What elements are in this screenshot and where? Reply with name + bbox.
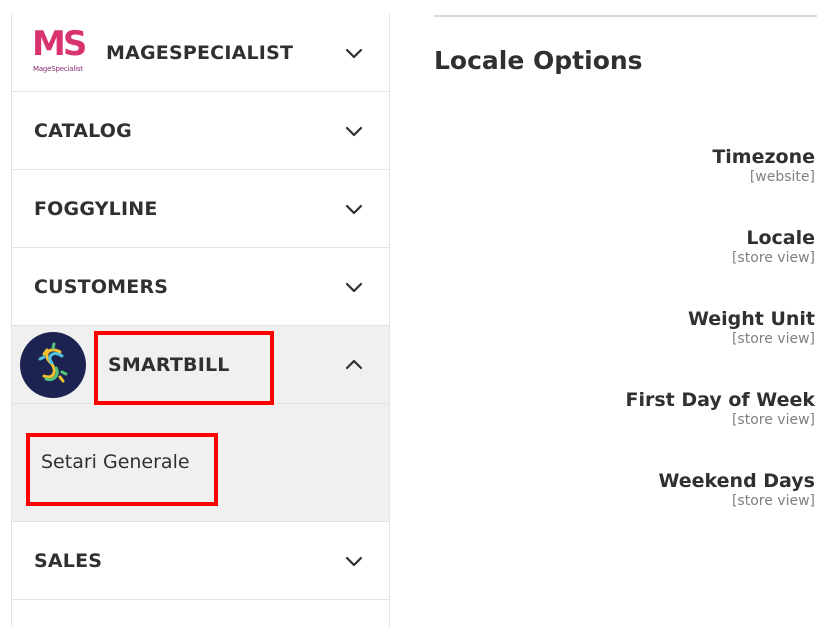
sidebar-section-label: SALES xyxy=(34,549,103,572)
sidebar-section-catalog[interactable]: CATALOG xyxy=(12,92,389,170)
field-first-day-of-week: First Day of Week [store view] xyxy=(626,388,816,429)
panel-divider xyxy=(434,15,817,17)
ms-logo-subtext: MageSpecialist xyxy=(33,65,83,73)
chevron-down-icon[interactable] xyxy=(345,281,363,293)
field-label: Timezone xyxy=(712,146,815,168)
sidebar-section-label: SMARTBILL xyxy=(108,353,230,376)
field-label: Locale xyxy=(746,227,815,249)
magespecialist-logo: MS MageSpecialist xyxy=(32,24,88,76)
field-scope: [store view] xyxy=(731,493,815,509)
field-label: Weekend Days xyxy=(658,470,815,492)
field-scope: [store view] xyxy=(731,412,815,428)
smartbill-submenu: Setari Generale xyxy=(12,404,389,522)
sidebar-section-label: CATALOG xyxy=(34,119,132,142)
config-sidebar: MS MageSpecialist MAGESPECIALIST CATALOG… xyxy=(11,14,390,627)
field-timezone: Timezone [website] xyxy=(712,145,815,186)
smartbill-logo xyxy=(20,332,86,398)
field-weekend-days: Weekend Days [store view] xyxy=(658,469,815,510)
field-locale: Locale [store view] xyxy=(732,226,815,267)
sidebar-section-label: FOGGYLINE xyxy=(34,197,158,220)
field-label: First Day of Week xyxy=(625,389,816,411)
sidebar-section-smartbill[interactable]: SMARTBILL xyxy=(12,326,389,404)
sidebar-section-label: CUSTOMERS xyxy=(34,275,169,298)
chevron-down-icon[interactable] xyxy=(345,125,363,137)
chevron-down-icon[interactable] xyxy=(345,555,363,567)
sidebar-section-customers[interactable]: CUSTOMERS xyxy=(12,248,389,326)
sidebar-section-foggyline[interactable]: FOGGYLINE xyxy=(12,170,389,248)
ms-logo-letters: MS xyxy=(32,24,87,64)
sidebar-section-magespecialist[interactable]: MS MageSpecialist MAGESPECIALIST xyxy=(12,14,389,92)
field-scope: [store view] xyxy=(731,250,815,266)
field-scope: [website] xyxy=(749,169,815,185)
page-title: Locale Options xyxy=(434,46,643,75)
chevron-up-icon[interactable] xyxy=(345,359,363,371)
field-label: Weight Unit xyxy=(687,308,815,330)
chevron-down-icon[interactable] xyxy=(345,47,363,59)
field-scope: [store view] xyxy=(731,331,815,347)
chevron-down-icon[interactable] xyxy=(345,203,363,215)
sidebar-section-sales[interactable]: SALES xyxy=(12,522,389,600)
page: MS MageSpecialist MAGESPECIALIST CATALOG… xyxy=(0,0,817,627)
field-weight-unit: Weight Unit [store view] xyxy=(688,307,815,348)
smartbill-logo-mark xyxy=(38,342,68,383)
submenu-item-setari-generale[interactable]: Setari Generale xyxy=(41,451,190,473)
sidebar-section-label: MAGESPECIALIST xyxy=(106,41,294,64)
